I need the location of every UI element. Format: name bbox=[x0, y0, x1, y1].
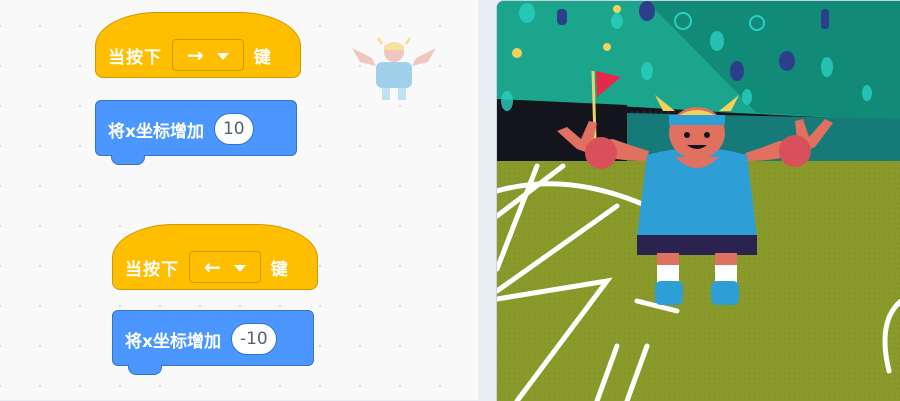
change-x-block[interactable]: 将x坐标增加 10 bbox=[95, 100, 297, 156]
key-suffix: 键 bbox=[253, 47, 272, 68]
when-key-pressed-block[interactable]: 当按下 ← 键 bbox=[112, 224, 318, 290]
hat-label: 当按下 bbox=[108, 47, 162, 68]
when-key-pressed-block[interactable]: 当按下 → 键 bbox=[95, 12, 301, 78]
soccer-backdrop bbox=[497, 1, 900, 401]
x-change-input[interactable]: -10 bbox=[230, 323, 277, 355]
stage-canvas[interactable] bbox=[496, 0, 900, 401]
x-change-input[interactable]: 10 bbox=[213, 113, 254, 145]
caret-down-icon bbox=[233, 264, 246, 272]
sprite-thumbnail[interactable] bbox=[346, 36, 442, 108]
block-notch bbox=[111, 155, 145, 165]
key-value: ← bbox=[204, 255, 222, 279]
change-x-block[interactable]: 将x坐标增加 -10 bbox=[112, 310, 314, 366]
caret-down-icon bbox=[216, 52, 229, 60]
code-workspace[interactable]: 当按下 → 键 将x坐标增加 10 当按下 ← 键 将x坐标增加 -10 bbox=[0, 0, 479, 400]
stage-panel bbox=[478, 0, 900, 401]
block-notch bbox=[128, 365, 162, 375]
key-dropdown[interactable]: ← bbox=[189, 251, 261, 283]
hat-label: 当按下 bbox=[125, 259, 179, 280]
motion-label: 将x坐标增加 bbox=[108, 121, 204, 142]
motion-label: 将x坐标增加 bbox=[125, 331, 221, 352]
key-suffix: 键 bbox=[270, 259, 289, 280]
key-dropdown[interactable]: → bbox=[172, 39, 244, 71]
key-value: → bbox=[187, 43, 205, 67]
